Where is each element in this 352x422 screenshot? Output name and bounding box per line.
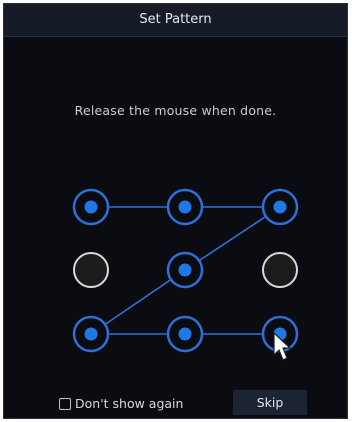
pattern-lock-grid[interactable] <box>0 0 352 422</box>
pattern-node-3[interactable] <box>261 188 299 226</box>
pattern-node-2[interactable] <box>166 188 204 226</box>
pattern-nodes[interactable] <box>72 188 299 353</box>
pattern-node-1[interactable] <box>72 188 110 226</box>
pattern-node-8[interactable] <box>166 315 204 353</box>
pattern-node-6[interactable] <box>262 252 298 288</box>
pattern-node-7[interactable] <box>72 315 110 353</box>
pattern-node-5[interactable] <box>166 251 204 289</box>
pattern-node-4[interactable] <box>73 252 109 288</box>
